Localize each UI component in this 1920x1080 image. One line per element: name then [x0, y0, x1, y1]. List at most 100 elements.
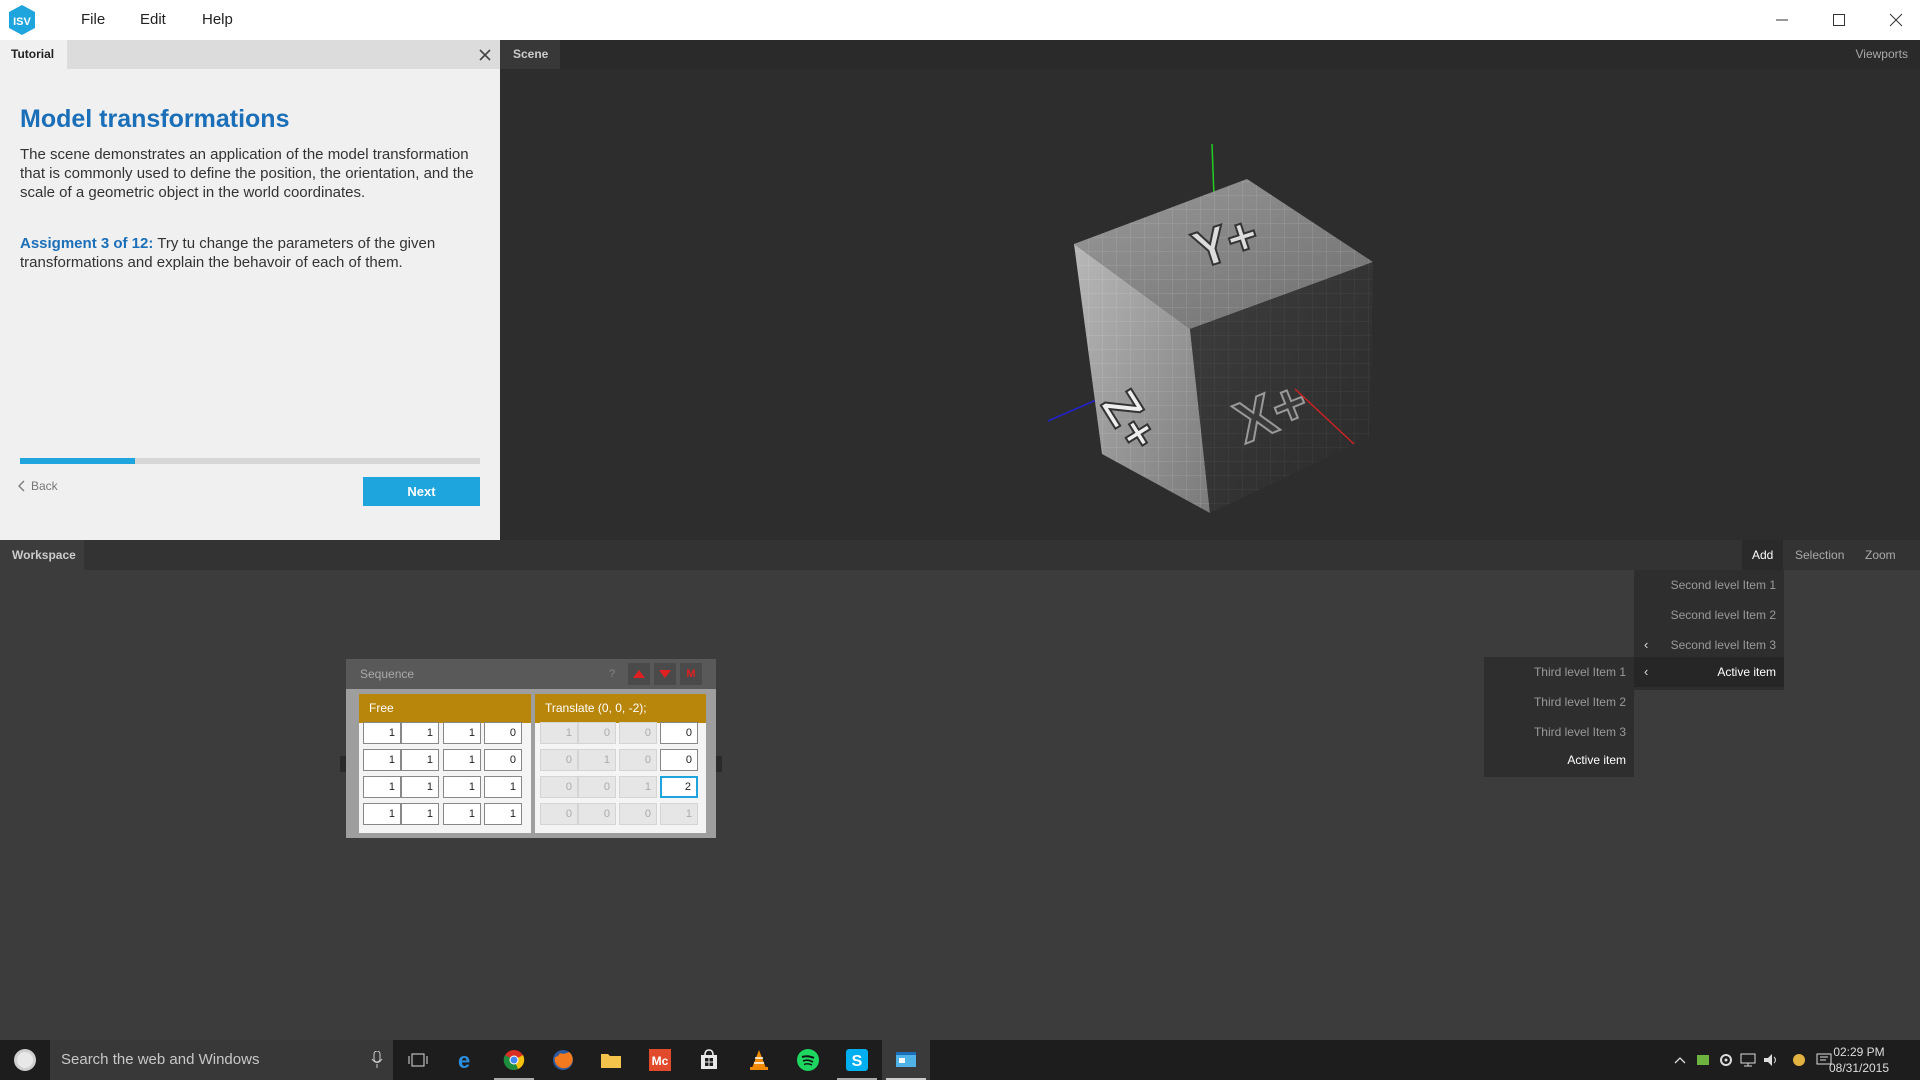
- translate-matrix-card[interactable]: Translate (0, 0, -2); 1000010000120001: [535, 694, 706, 833]
- microphone-icon[interactable]: [371, 1051, 383, 1069]
- help-button[interactable]: ?: [609, 659, 615, 689]
- minimize-button[interactable]: [1754, 0, 1810, 40]
- close-icon: [479, 49, 491, 61]
- translate-matrix-cell: 0: [540, 776, 578, 798]
- clock-date[interactable]: 08/31/2015: [1824, 1061, 1894, 1075]
- input-port-handle[interactable]: [340, 756, 346, 772]
- menu-item-third-1[interactable]: Third level Item 1: [1484, 657, 1634, 687]
- translate-matrix-title: Translate (0, 0, -2);: [535, 694, 706, 723]
- tray-app-1[interactable]: [1692, 1040, 1714, 1080]
- task-view-icon: [408, 1053, 428, 1067]
- task-view-button[interactable]: [394, 1040, 442, 1080]
- menu-item-second-2[interactable]: Second level Item 2: [1634, 600, 1784, 630]
- viewports-menu[interactable]: Viewports: [1856, 40, 1908, 69]
- svg-text:S: S: [852, 1053, 863, 1070]
- back-label: Back: [31, 479, 58, 493]
- tab-scene[interactable]: Scene: [500, 40, 560, 69]
- network-button[interactable]: [1737, 1040, 1759, 1080]
- free-matrix-cell[interactable]: 1: [443, 749, 481, 771]
- free-matrix-cell[interactable]: 1: [484, 776, 522, 798]
- progress-fill: [20, 458, 135, 464]
- translate-matrix-cell[interactable]: 2: [660, 776, 698, 798]
- start-button[interactable]: [0, 1040, 50, 1080]
- store-button[interactable]: [685, 1040, 733, 1080]
- start-orb-icon: [14, 1049, 36, 1071]
- free-matrix-cell[interactable]: 1: [401, 776, 439, 798]
- output-port-handle[interactable]: [716, 756, 722, 772]
- spotify-button[interactable]: [784, 1040, 832, 1080]
- tab-tutorial[interactable]: Tutorial: [0, 40, 67, 69]
- move-up-button[interactable]: [628, 663, 650, 685]
- menu-help[interactable]: Help: [202, 0, 233, 40]
- translate-matrix-cell: 0: [578, 722, 616, 744]
- skype-button[interactable]: S: [833, 1040, 881, 1080]
- move-down-button[interactable]: [654, 663, 676, 685]
- menu-item-second-active[interactable]: ‹ Active item: [1634, 657, 1784, 687]
- network-icon: [1740, 1053, 1756, 1067]
- free-matrix-cell[interactable]: 1: [443, 722, 481, 744]
- chrome-button[interactable]: [490, 1040, 538, 1080]
- tray-app-3[interactable]: [1788, 1040, 1810, 1080]
- translate-matrix-cell[interactable]: 0: [660, 749, 698, 771]
- menu-item-third-active[interactable]: Active item: [1484, 745, 1634, 775]
- chevron-left-icon: ‹: [1644, 664, 1649, 679]
- tray-app-2[interactable]: [1715, 1040, 1737, 1080]
- translate-matrix-cell: 1: [540, 722, 578, 744]
- 3d-viewport[interactable]: Y+ Z+ X+: [500, 69, 1920, 540]
- free-matrix-cell[interactable]: 0: [484, 749, 522, 771]
- menu-zoom[interactable]: Zoom: [1855, 540, 1906, 570]
- tutorial-close-button[interactable]: [476, 46, 494, 64]
- minimize-icon: [1776, 19, 1788, 21]
- search-box[interactable]: Search the web and Windows: [50, 1040, 393, 1080]
- free-matrix-cell[interactable]: 1: [363, 722, 401, 744]
- sequence-title: Sequence: [360, 667, 415, 681]
- translate-matrix-cell[interactable]: 0: [660, 722, 698, 744]
- free-matrix-cell[interactable]: 1: [363, 749, 401, 771]
- menu-add[interactable]: Add: [1742, 540, 1784, 570]
- free-matrix-card[interactable]: Free 1110111011111111: [359, 694, 531, 833]
- mc-app-button[interactable]: Mc: [636, 1040, 684, 1080]
- chevron-left-icon: [18, 480, 25, 492]
- free-matrix-cell[interactable]: 1: [363, 776, 401, 798]
- free-matrix-cell[interactable]: 1: [443, 803, 481, 825]
- menu-file[interactable]: File: [81, 0, 105, 40]
- tutorial-description: The scene demonstrates an application of…: [20, 146, 474, 201]
- menu-edit[interactable]: Edit: [140, 0, 166, 40]
- folder-icon: [601, 1054, 621, 1068]
- sequence-widget[interactable]: Sequence ? M Free 1110111011111111 Trans…: [340, 659, 722, 838]
- volume-button[interactable]: [1760, 1040, 1782, 1080]
- gear-icon: [1720, 1054, 1732, 1066]
- sequence-title-bar[interactable]: Sequence ? M: [346, 659, 716, 689]
- close-window-button[interactable]: [1868, 0, 1920, 40]
- free-matrix-cell[interactable]: 1: [484, 803, 522, 825]
- menu-item-second-1[interactable]: Second level Item 1: [1634, 570, 1784, 600]
- clock-time[interactable]: 02:29 PM: [1824, 1045, 1894, 1059]
- skype-icon: S: [846, 1049, 868, 1071]
- free-matrix-cell[interactable]: 1: [401, 749, 439, 771]
- mc-app-icon: Mc: [649, 1049, 671, 1071]
- firefox-button[interactable]: [539, 1040, 587, 1080]
- menu-item-third-3[interactable]: Third level Item 3: [1484, 717, 1634, 747]
- maximize-button[interactable]: [1811, 0, 1867, 40]
- matrix-m-button[interactable]: M: [680, 663, 702, 685]
- menu-item-third-2[interactable]: Third level Item 2: [1484, 687, 1634, 717]
- free-matrix-cell[interactable]: 1: [443, 776, 481, 798]
- translate-matrix-cell: 0: [619, 749, 657, 771]
- menu-selection[interactable]: Selection: [1785, 540, 1854, 570]
- free-matrix-cell[interactable]: 1: [401, 803, 439, 825]
- free-matrix-cell[interactable]: 1: [363, 803, 401, 825]
- free-matrix-cell[interactable]: 0: [484, 722, 522, 744]
- chrome-icon: [503, 1050, 525, 1070]
- free-matrix-cell[interactable]: 1: [401, 722, 439, 744]
- menu-item-second-3[interactable]: ‹ Second level Item 3: [1634, 630, 1784, 660]
- tab-workspace[interactable]: Workspace: [0, 540, 84, 570]
- vlc-button[interactable]: [735, 1040, 783, 1080]
- active-app-button[interactable]: [882, 1040, 930, 1080]
- show-hidden-icons-button[interactable]: [1669, 1040, 1691, 1080]
- file-explorer-button[interactable]: [587, 1040, 635, 1080]
- next-button[interactable]: Next: [363, 477, 480, 506]
- back-button[interactable]: Back: [18, 474, 58, 498]
- app-logo-icon: ISV: [7, 4, 37, 36]
- edge-browser-button[interactable]: e: [442, 1040, 490, 1080]
- cube-model[interactable]: Y+ Z+ X+: [1074, 179, 1373, 513]
